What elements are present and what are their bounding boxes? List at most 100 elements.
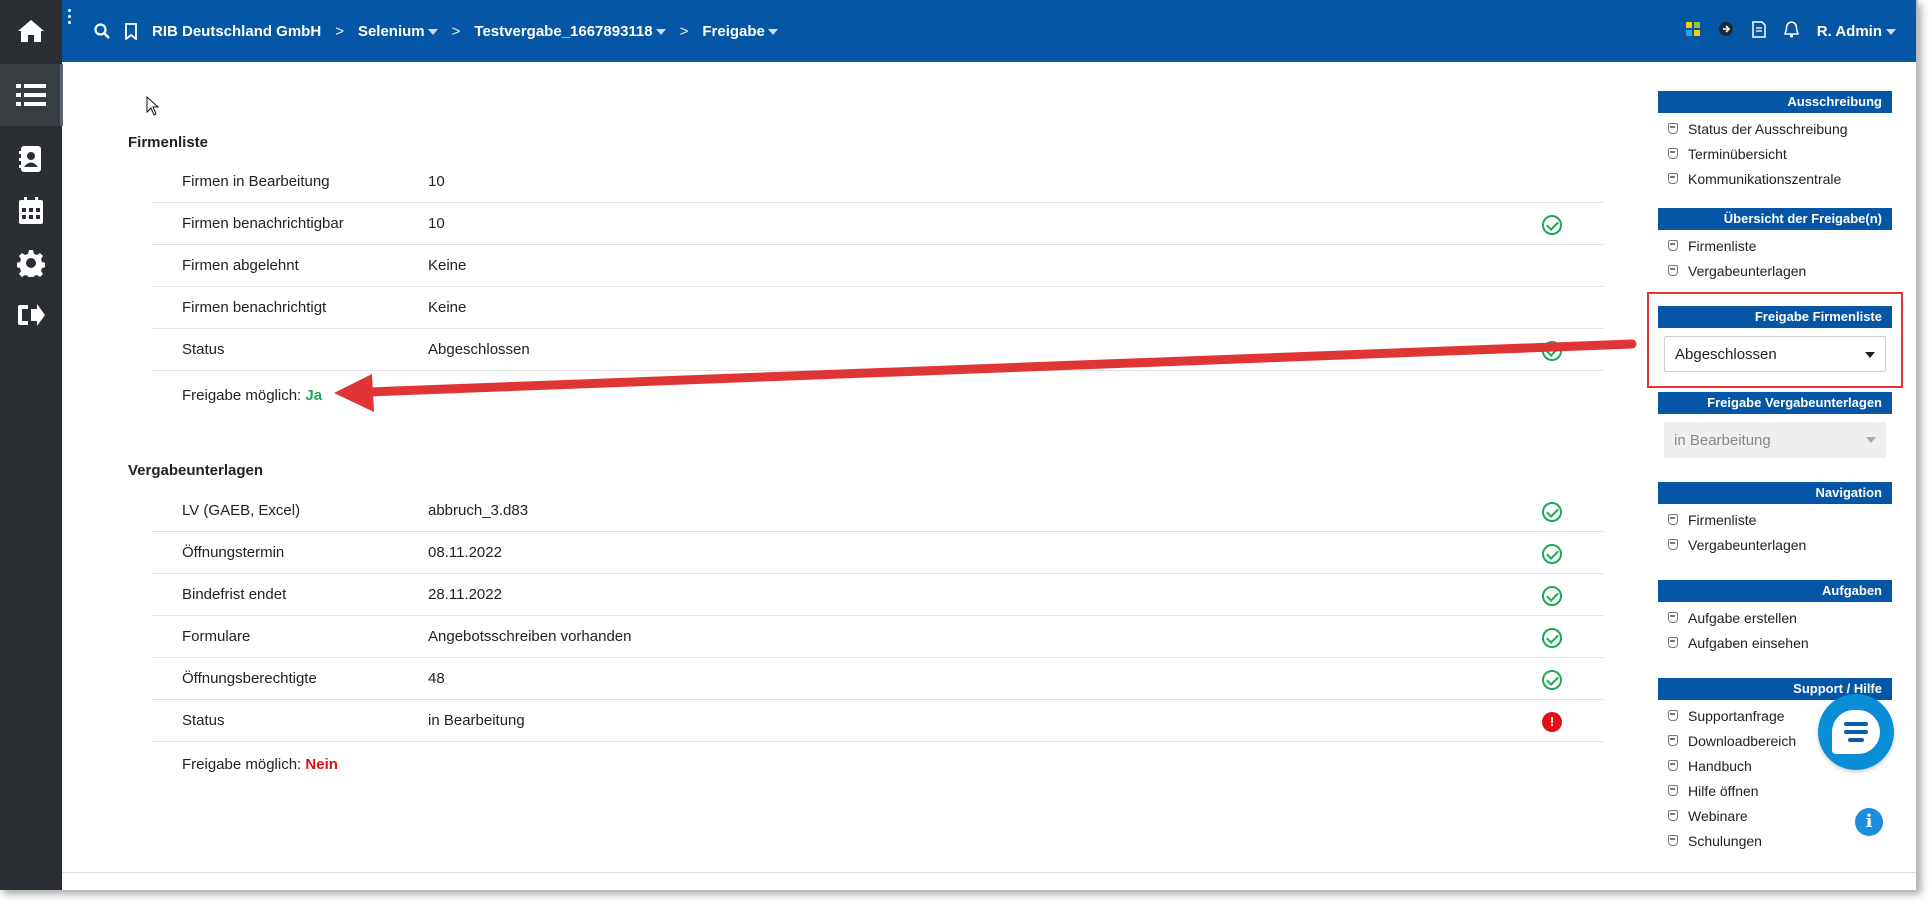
freigabe-vergabeunterlagen-status: Freigabe möglich: Nein: [182, 756, 338, 773]
check-circle-icon: [1542, 341, 1562, 361]
sidebar-item-nav-firmenliste[interactable]: Firmenliste: [1668, 507, 1892, 532]
search-icon[interactable]: [94, 23, 110, 39]
document-icon: [1668, 810, 1678, 821]
document-icon: [1668, 514, 1678, 525]
sidebar-item-nav-vergabeunterlagen[interactable]: Vergabeunterlagen: [1668, 532, 1892, 557]
chevron-down-icon: [1866, 437, 1876, 443]
document-icon: [1668, 735, 1678, 746]
app-grid-icon[interactable]: [1685, 22, 1700, 40]
row-label: Öffnungsberechtigte: [182, 670, 317, 687]
table-row: Öffnungsberechtigte 48: [152, 658, 1604, 700]
arrow-circle-icon[interactable]: [1718, 21, 1734, 41]
document-icon: [1668, 637, 1678, 648]
sidebar-item-terminuebersicht[interactable]: Terminübersicht: [1668, 141, 1892, 166]
sidebar-item-aufgabe-erstellen[interactable]: Aufgabe erstellen: [1668, 605, 1892, 630]
breadcrumb-company[interactable]: RIB Deutschland GmbH: [152, 23, 321, 40]
document-icon: [1668, 123, 1678, 134]
nav-list[interactable]: [0, 64, 63, 126]
footer: [62, 872, 1918, 890]
sidebar-item-kommunikationszentrale[interactable]: Kommunikationszentrale: [1668, 166, 1892, 191]
chevron-down-icon: [1886, 28, 1896, 35]
document-icon: [1668, 173, 1678, 184]
row-value: 10: [428, 215, 445, 232]
sidebar-item-status-ausschreibung[interactable]: Status der Ausschreibung: [1668, 116, 1892, 141]
breadcrumb: RIB Deutschland GmbH > Selenium > Testve…: [94, 0, 778, 62]
table-row: Bindefrist endet 28.11.2022: [152, 574, 1604, 616]
sidebar-item-vergabeunterlagen[interactable]: Vergabeunterlagen: [1668, 258, 1892, 283]
mouse-cursor-icon: [146, 96, 160, 116]
row-label: Firmen benachrichtigbar: [182, 215, 344, 232]
row-label: Bindefrist endet: [182, 586, 287, 603]
app-window: RIB Deutschland GmbH > Selenium > Testve…: [0, 0, 1918, 890]
document-icon: [1668, 240, 1678, 251]
check-circle-icon: [1542, 670, 1562, 690]
row-value: in Bearbeitung: [428, 712, 525, 729]
row-value: abbruch_3.d83: [428, 502, 529, 519]
vergabeunterlagen-table: LV (GAEB, Excel) abbruch_3.d83 Öffnungste…: [152, 490, 1604, 742]
document-icon: [1668, 835, 1678, 846]
table-row: Firmen benachrichtigt Keine: [152, 287, 1604, 329]
section-title-vergabeunterlagen: Vergabeunterlagen: [128, 462, 264, 479]
row-label: Formulare: [182, 628, 251, 645]
breadcrumb-testvergabe[interactable]: Testvergabe_1667893118: [474, 23, 666, 40]
annotation-highlight-box: [1647, 292, 1903, 388]
row-label: Status: [182, 341, 225, 358]
info-icon[interactable]: i: [1855, 808, 1883, 836]
calendar-icon: [19, 197, 43, 224]
freigabe-firmenliste-status: Freigabe möglich: Ja: [182, 387, 323, 404]
table-row: Firmen abgelehnt Keine: [152, 245, 1604, 287]
document-icon[interactable]: [1751, 20, 1766, 42]
document-icon: [1668, 148, 1678, 159]
sidebar-item-hilfe-oeffnen[interactable]: Hilfe öffnen: [1668, 778, 1892, 803]
row-value: Keine: [428, 299, 467, 316]
sidebar-item-aufgaben-einsehen[interactable]: Aufgaben einsehen: [1668, 630, 1892, 655]
sidebar-collapse-handle[interactable]: [67, 9, 73, 27]
row-value: 10: [428, 173, 445, 190]
gear-icon: [17, 250, 45, 277]
sidebar-heading-aufgaben: Aufgaben: [1658, 580, 1892, 602]
row-value: Abgeschlossen: [428, 341, 530, 358]
contact-book-icon: [19, 146, 41, 172]
sidebar-heading-freigabe-vergabeunterlagen: Freigabe Vergabeunterlagen: [1658, 392, 1892, 414]
chevron-down-icon: [655, 28, 666, 35]
top-bar: RIB Deutschland GmbH > Selenium > Testve…: [62, 0, 1918, 62]
row-label: Status: [182, 712, 225, 729]
chevron-down-icon: [427, 28, 438, 35]
check-circle-icon: [1542, 215, 1562, 235]
row-label: Firmen benachrichtigt: [182, 299, 327, 316]
chat-bubble-icon: [1832, 710, 1880, 754]
table-row: Firmen in Bearbeitung 10: [152, 161, 1604, 203]
sidebar-heading-navigation: Navigation: [1658, 482, 1892, 504]
breadcrumb-separator: >: [335, 22, 344, 40]
nav-logout[interactable]: [0, 284, 62, 346]
user-menu[interactable]: R. Admin: [1817, 23, 1896, 40]
breadcrumb-selenium[interactable]: Selenium: [358, 23, 438, 40]
nav-home[interactable]: [0, 0, 62, 62]
sidebar-list: Firmenliste Vergabeunterlagen: [1658, 504, 1892, 565]
freigabe-vergabeunterlagen-select[interactable]: in Bearbeitung: [1664, 422, 1886, 458]
document-icon: [1668, 760, 1678, 771]
table-row: Status in Bearbeitung!: [152, 700, 1604, 742]
chat-button[interactable]: [1818, 694, 1894, 770]
freigabe-yes: Ja: [305, 387, 323, 404]
bookmark-icon[interactable]: [124, 22, 138, 40]
sidebar-heading-ausschreibung: Ausschreibung: [1658, 91, 1892, 113]
table-row: Status Abgeschlossen: [152, 329, 1604, 371]
window-edge: [1916, 0, 1918, 890]
table-row: Firmen benachrichtigbar 10: [152, 203, 1604, 245]
check-circle-icon: [1542, 502, 1562, 522]
sidebar-item-firmenliste[interactable]: Firmenliste: [1668, 233, 1892, 258]
sidebar-list: Aufgabe erstellen Aufgaben einsehen: [1658, 602, 1892, 663]
table-row: LV (GAEB, Excel) abbruch_3.d83: [152, 490, 1604, 532]
bell-icon[interactable]: [1783, 20, 1799, 42]
logout-icon: [18, 304, 45, 326]
breadcrumb-freigabe[interactable]: Freigabe: [702, 23, 778, 40]
document-icon: [1668, 785, 1678, 796]
left-navigation: [0, 0, 63, 890]
row-value: 28.11.2022: [428, 586, 502, 603]
row-label: LV (GAEB, Excel): [182, 502, 301, 519]
row-label: Firmen in Bearbeitung: [182, 173, 330, 190]
row-label: Öffnungstermin: [182, 544, 285, 561]
row-value: Keine: [428, 257, 467, 274]
check-circle-icon: [1542, 586, 1562, 606]
